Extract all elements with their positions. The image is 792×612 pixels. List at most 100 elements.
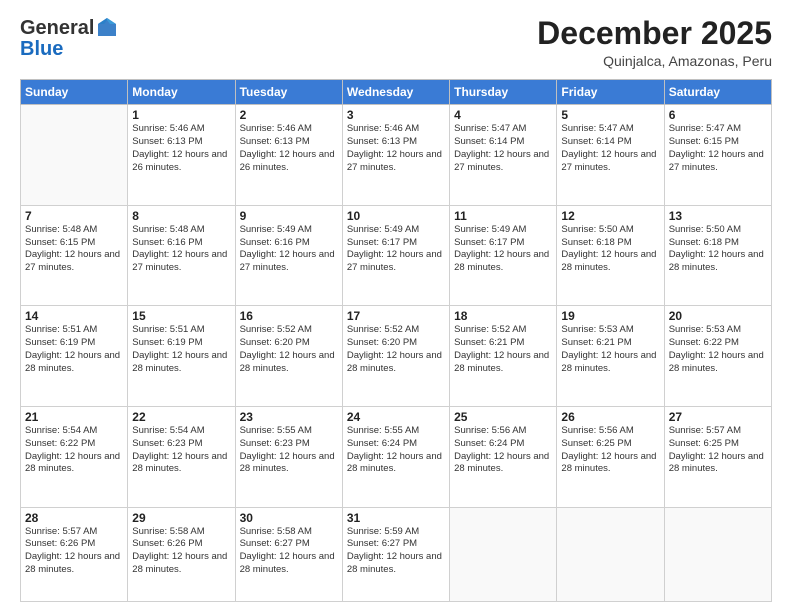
table-row: 23Sunrise: 5:55 AM Sunset: 6:23 PM Dayli… [235,406,342,507]
day-info: Sunrise: 5:57 AM Sunset: 6:26 PM Dayligh… [25,526,123,577]
day-number: 10 [347,209,445,223]
day-info: Sunrise: 5:46 AM Sunset: 6:13 PM Dayligh… [132,123,230,174]
table-row: 28Sunrise: 5:57 AM Sunset: 6:26 PM Dayli… [21,507,128,602]
calendar-week-row: 21Sunrise: 5:54 AM Sunset: 6:22 PM Dayli… [21,406,772,507]
day-info: Sunrise: 5:59 AM Sunset: 6:27 PM Dayligh… [347,526,445,577]
day-info: Sunrise: 5:54 AM Sunset: 6:22 PM Dayligh… [25,425,123,476]
day-info: Sunrise: 5:47 AM Sunset: 6:15 PM Dayligh… [669,123,767,174]
day-info: Sunrise: 5:48 AM Sunset: 6:16 PM Dayligh… [132,224,230,275]
day-info: Sunrise: 5:53 AM Sunset: 6:22 PM Dayligh… [669,324,767,375]
day-number: 31 [347,511,445,525]
day-info: Sunrise: 5:49 AM Sunset: 6:17 PM Dayligh… [454,224,552,275]
table-row: 31Sunrise: 5:59 AM Sunset: 6:27 PM Dayli… [342,507,449,602]
day-number: 17 [347,309,445,323]
table-row: 4Sunrise: 5:47 AM Sunset: 6:14 PM Daylig… [450,105,557,206]
day-info: Sunrise: 5:52 AM Sunset: 6:20 PM Dayligh… [240,324,338,375]
col-friday: Friday [557,80,664,105]
calendar-week-row: 28Sunrise: 5:57 AM Sunset: 6:26 PM Dayli… [21,507,772,602]
table-row: 22Sunrise: 5:54 AM Sunset: 6:23 PM Dayli… [128,406,235,507]
table-row [664,507,771,602]
day-number: 24 [347,410,445,424]
table-row: 18Sunrise: 5:52 AM Sunset: 6:21 PM Dayli… [450,306,557,407]
table-row: 14Sunrise: 5:51 AM Sunset: 6:19 PM Dayli… [21,306,128,407]
col-monday: Monday [128,80,235,105]
table-row: 13Sunrise: 5:50 AM Sunset: 6:18 PM Dayli… [664,205,771,306]
table-row: 9Sunrise: 5:49 AM Sunset: 6:16 PM Daylig… [235,205,342,306]
calendar-week-row: 7Sunrise: 5:48 AM Sunset: 6:15 PM Daylig… [21,205,772,306]
logo: General Blue [20,16,118,61]
day-number: 12 [561,209,659,223]
logo-icon [96,16,118,38]
day-info: Sunrise: 5:49 AM Sunset: 6:17 PM Dayligh… [347,224,445,275]
day-info: Sunrise: 5:46 AM Sunset: 6:13 PM Dayligh… [347,123,445,174]
calendar-week-row: 14 Sunrise: 5:51 AM Sunset: 6:19 PM Dayli… [21,306,772,407]
day-number: 4 [454,108,552,122]
table-row: 15Sunrise: 5:51 AM Sunset: 6:19 PM Dayli… [128,306,235,407]
day-info: Sunrise: 5:54 AM Sunset: 6:23 PM Dayligh… [132,425,230,476]
day-info: Sunrise: 5:46 AM Sunset: 6:13 PM Dayligh… [240,123,338,174]
day-info: Sunrise: 5:53 AM Sunset: 6:21 PM Dayligh… [561,324,659,375]
calendar-table: Sunday Monday Tuesday Wednesday Thursday… [20,79,772,602]
table-row: 21Sunrise: 5:54 AM Sunset: 6:22 PM Dayli… [21,406,128,507]
day-info: Sunrise: 5:52 AM Sunset: 6:21 PM Dayligh… [454,324,552,375]
table-row [450,507,557,602]
table-row: 30Sunrise: 5:58 AM Sunset: 6:27 PM Dayli… [235,507,342,602]
day-number: 27 [669,410,767,424]
col-thursday: Thursday [450,80,557,105]
day-number: 29 [132,511,230,525]
table-row: 17Sunrise: 5:52 AM Sunset: 6:20 PM Dayli… [342,306,449,407]
day-info: Sunrise: 5:47 AM Sunset: 6:14 PM Dayligh… [561,123,659,174]
day-info: Sunrise: 5:51 AM Sunset: 6:19 PM Dayligh… [132,324,230,375]
day-info: Sunrise: 5:56 AM Sunset: 6:25 PM Dayligh… [561,425,659,476]
table-row: 1Sunrise: 5:46 AM Sunset: 6:13 PM Daylig… [128,105,235,206]
table-row: 16Sunrise: 5:52 AM Sunset: 6:20 PM Dayli… [235,306,342,407]
calendar-header-row: Sunday Monday Tuesday Wednesday Thursday… [21,80,772,105]
table-row: 2Sunrise: 5:46 AM Sunset: 6:13 PM Daylig… [235,105,342,206]
day-number: 2 [240,108,338,122]
table-row: 10Sunrise: 5:49 AM Sunset: 6:17 PM Dayli… [342,205,449,306]
day-info: Sunrise: 5:57 AM Sunset: 6:25 PM Dayligh… [669,425,767,476]
day-number: 14 [25,309,123,323]
day-number: 18 [454,309,552,323]
table-row: 25Sunrise: 5:56 AM Sunset: 6:24 PM Dayli… [450,406,557,507]
table-row: 19Sunrise: 5:53 AM Sunset: 6:21 PM Dayli… [557,306,664,407]
day-number: 30 [240,511,338,525]
day-info: Sunrise: 5:50 AM Sunset: 6:18 PM Dayligh… [561,224,659,275]
day-info: Sunrise: 5:47 AM Sunset: 6:14 PM Dayligh… [454,123,552,174]
day-number: 3 [347,108,445,122]
day-number: 28 [25,511,123,525]
day-number: 22 [132,410,230,424]
title-block: December 2025 Quinjalca, Amazonas, Peru [537,16,772,69]
col-tuesday: Tuesday [235,80,342,105]
day-number: 5 [561,108,659,122]
day-number: 13 [669,209,767,223]
table-row: 6Sunrise: 5:47 AM Sunset: 6:15 PM Daylig… [664,105,771,206]
day-number: 19 [561,309,659,323]
day-info: Sunrise: 5:56 AM Sunset: 6:24 PM Dayligh… [454,425,552,476]
month-title: December 2025 [537,16,772,51]
logo-general-text: General [20,18,94,38]
table-row: 12Sunrise: 5:50 AM Sunset: 6:18 PM Dayli… [557,205,664,306]
day-info: Sunrise: 5:52 AM Sunset: 6:20 PM Dayligh… [347,324,445,375]
day-info: Sunrise: 5:58 AM Sunset: 6:27 PM Dayligh… [240,526,338,577]
day-number: 23 [240,410,338,424]
day-number: 26 [561,410,659,424]
logo-blue-text: Blue [20,38,63,60]
table-row: 20Sunrise: 5:53 AM Sunset: 6:22 PM Dayli… [664,306,771,407]
page: General Blue December 2025 Quinjalca, Am… [0,0,792,612]
col-wednesday: Wednesday [342,80,449,105]
day-info: Sunrise: 5:55 AM Sunset: 6:23 PM Dayligh… [240,425,338,476]
day-number: 16 [240,309,338,323]
day-number: 6 [669,108,767,122]
table-row: 27Sunrise: 5:57 AM Sunset: 6:25 PM Dayli… [664,406,771,507]
day-info: Sunrise: 5:50 AM Sunset: 6:18 PM Dayligh… [669,224,767,275]
day-info: Sunrise: 5:49 AM Sunset: 6:16 PM Dayligh… [240,224,338,275]
col-sunday: Sunday [21,80,128,105]
day-info: Sunrise: 5:58 AM Sunset: 6:26 PM Dayligh… [132,526,230,577]
day-number: 15 [132,309,230,323]
table-row: 26Sunrise: 5:56 AM Sunset: 6:25 PM Dayli… [557,406,664,507]
day-number: 11 [454,209,552,223]
day-number: 20 [669,309,767,323]
header: General Blue December 2025 Quinjalca, Am… [20,16,772,69]
table-row [557,507,664,602]
